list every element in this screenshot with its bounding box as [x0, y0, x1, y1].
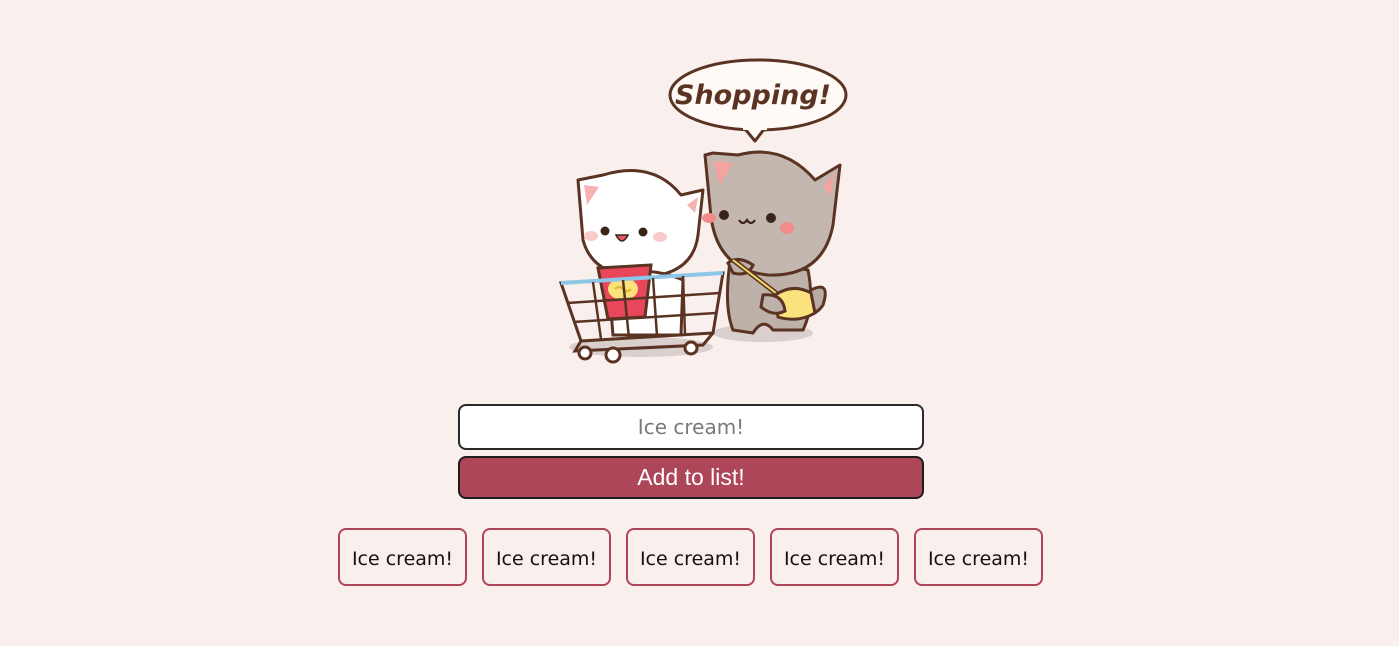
shopping-list: Ice cream! Ice cream! Ice cream! Ice cre… [338, 528, 1043, 586]
list-item[interactable]: Ice cream! [626, 528, 755, 586]
speech-bubble-text: Shopping! [675, 80, 831, 111]
grey-cat [702, 150, 842, 335]
list-item[interactable]: Ice cream! [770, 528, 899, 586]
speech-bubble: Shopping! [668, 58, 848, 143]
list-item[interactable]: Ice cream! [914, 528, 1043, 586]
list-item[interactable]: Ice cream! [338, 528, 467, 586]
add-to-list-button[interactable]: Add to list! [458, 456, 924, 499]
item-input[interactable] [458, 404, 924, 450]
cats-shopping-illustration: Shopping! [558, 58, 848, 364]
list-item[interactable]: Ice cream! [482, 528, 611, 586]
shopping-list-page: Shopping! Ice cream! Add to list! Ice cr… [0, 0, 1399, 646]
